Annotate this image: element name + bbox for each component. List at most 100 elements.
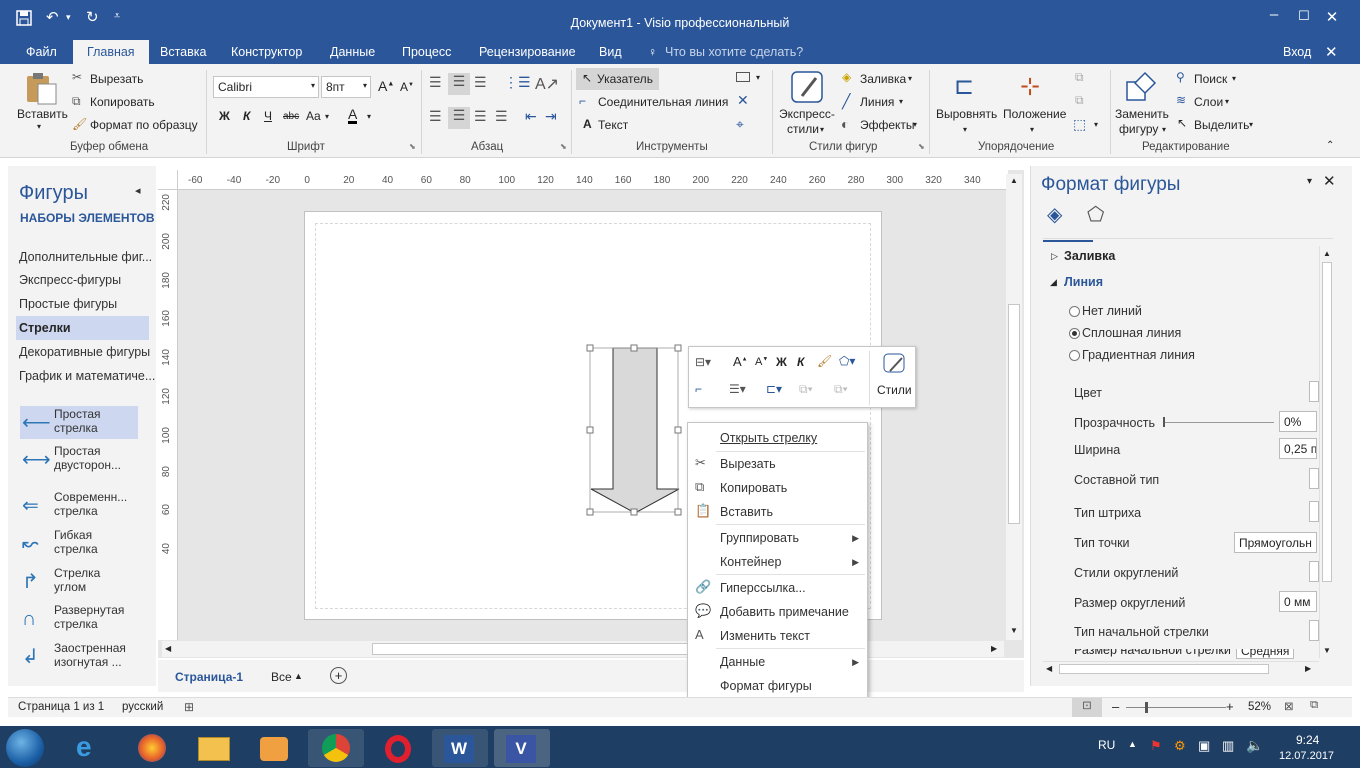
align-left-icon[interactable]: ☰ xyxy=(429,108,442,125)
stencil-shape[interactable]: ↜ Гибкая стрелка xyxy=(20,527,138,560)
network-icon[interactable]: ▥ xyxy=(1222,738,1234,754)
zoom-slider[interactable] xyxy=(1126,707,1226,708)
layers-button[interactable]: Слои xyxy=(1194,95,1223,109)
stencil-set-item[interactable]: Дополнительные фиг... xyxy=(19,250,152,264)
transparency-input[interactable]: 0% xyxy=(1279,411,1317,432)
menu-item-paste[interactable]: Вставить xyxy=(720,505,773,519)
express-styles-button[interactable]: Экспресс- xyxy=(779,107,835,121)
align-top-icon[interactable]: ☰ xyxy=(429,74,442,91)
menu-item-container[interactable]: Контейнер xyxy=(720,555,781,569)
tray-device-icon[interactable]: ▣ xyxy=(1198,738,1210,754)
change-shape-button-2[interactable]: фигуру xyxy=(1119,122,1158,136)
tab-insert[interactable]: Вставка xyxy=(160,45,206,59)
stencil-set-item[interactable]: Декоративные фигуры xyxy=(19,345,150,359)
menu-item-data[interactable]: Данные xyxy=(720,655,765,669)
tab-review[interactable]: Рецензирование xyxy=(479,45,576,59)
align-bottom-icon[interactable]: ☰ xyxy=(474,74,487,91)
tray-expand-icon[interactable]: ▲ xyxy=(1128,739,1137,749)
fill-section-header[interactable]: Заливка xyxy=(1064,249,1115,263)
menu-item-add-comment[interactable]: Добавить примечание xyxy=(720,605,849,619)
chevron-down-icon[interactable]: ▾ xyxy=(899,97,903,106)
language-status[interactable]: русский xyxy=(122,701,163,713)
italic-button[interactable]: К xyxy=(243,109,250,123)
horizontal-ruler[interactable]: -60 -40 -20 0 20 40 60 80 100 120 140 160 180 200 220 2… xyxy=(178,170,1008,190)
send-back-icon[interactable]: ⧉ xyxy=(1075,93,1084,108)
tab-file[interactable]: Файл xyxy=(26,45,57,59)
scroll-thumb[interactable] xyxy=(1322,262,1332,582)
visio-taskbar-icon[interactable]: V xyxy=(494,729,550,767)
align-right-icon[interactable]: ☰ xyxy=(474,108,487,125)
vertical-ruler[interactable]: 220 200 180 160 140 120 100 80 60 40 xyxy=(158,190,178,640)
chevron-down-icon[interactable]: ▾ xyxy=(963,125,967,134)
cap-type-select[interactable]: Прямоугольн xyxy=(1234,532,1317,553)
font-size-select[interactable]: 8пт ▾ xyxy=(321,76,371,98)
clock-time[interactable]: 9:24 xyxy=(1296,733,1319,747)
chevron-down-icon[interactable]: ▾ xyxy=(756,73,760,82)
stencil-shape[interactable]: ∩ Развернутая стрелка xyxy=(20,602,138,635)
effects-tab-icon[interactable]: ⬠ xyxy=(1087,202,1104,227)
align-middle-icon[interactable]: ☰ xyxy=(448,73,470,95)
scroll-thumb[interactable] xyxy=(1008,304,1020,524)
chevron-down-icon[interactable]: ▾ xyxy=(367,112,371,121)
begin-arrow-select[interactable] xyxy=(1309,620,1319,641)
strikethrough-button[interactable]: abc xyxy=(283,111,299,122)
menu-item-copy[interactable]: Копировать xyxy=(720,481,787,495)
menu-item-cut[interactable]: Вырезать xyxy=(720,457,776,471)
express-styles-icon[interactable] xyxy=(790,70,824,107)
styles-button[interactable]: Стили xyxy=(877,383,912,397)
fit-page-icon[interactable]: ⊠ xyxy=(1284,699,1294,713)
shrink-font-icon[interactable]: A▼ xyxy=(755,356,768,368)
zoom-level[interactable]: 52% xyxy=(1248,701,1271,713)
bring-front-icon[interactable]: ⧉ xyxy=(1075,70,1084,85)
media-taskbar-icon[interactable] xyxy=(246,729,302,767)
all-pages-button[interactable]: Все xyxy=(271,670,292,684)
menu-item-hyperlink[interactable]: Гиперссылка... xyxy=(720,581,806,595)
chevron-down-icon[interactable]: ▾ xyxy=(1030,125,1034,134)
color-picker[interactable] xyxy=(1309,381,1319,402)
chevron-down-icon[interactable]: ▾ xyxy=(1094,120,1098,129)
page-tab[interactable]: Страница-1 xyxy=(175,670,243,684)
stencil-shape[interactable]: ⟷ Простая двусторон... xyxy=(20,443,138,476)
menu-item-group[interactable]: Группировать xyxy=(720,531,799,545)
line-button[interactable]: Линия xyxy=(860,95,894,109)
align-center-icon[interactable]: ☰ xyxy=(448,107,470,129)
group-icon[interactable]: ⬚ xyxy=(1073,116,1086,133)
minimize-button[interactable]: – xyxy=(1264,6,1284,23)
italic-icon[interactable]: К xyxy=(797,355,804,369)
stencil-shape[interactable]: ⟵ Простая стрелка xyxy=(20,406,138,439)
tab-process[interactable]: Процесс xyxy=(402,45,451,59)
effects-button[interactable]: Эффекты xyxy=(860,118,915,132)
caret-up-icon[interactable]: ▲ xyxy=(294,671,303,681)
fill-line-tab-icon[interactable]: ◈ xyxy=(1047,202,1062,227)
stencil-set-item[interactable]: График и математиче... xyxy=(19,369,155,383)
pane-options-icon[interactable]: ▾ xyxy=(1307,176,1312,187)
decrease-indent-icon[interactable]: ⇤ xyxy=(525,108,537,125)
flag-icon[interactable]: ⚑ xyxy=(1150,738,1162,754)
scroll-left-icon[interactable]: ◀ xyxy=(1046,664,1052,673)
radio-no-line[interactable] xyxy=(1069,306,1080,317)
text-rotate-icon[interactable]: A↗ xyxy=(535,74,559,94)
expand-icon[interactable]: ▷ xyxy=(1051,251,1058,262)
tab-view[interactable]: Вид xyxy=(599,45,622,59)
chevron-down-icon[interactable]: ▾ xyxy=(1162,125,1166,134)
scroll-thumb[interactable] xyxy=(372,643,692,655)
grow-font-icon[interactable]: A▲ xyxy=(733,354,748,369)
text-tool[interactable]: Текст xyxy=(598,118,628,132)
format-painter-button[interactable]: Формат по образцу xyxy=(90,118,198,132)
stencil-set-item[interactable]: Простые фигуры xyxy=(19,297,117,311)
rectangle-shape-icon[interactable] xyxy=(736,72,750,82)
scroll-left-icon[interactable]: ◀ xyxy=(165,644,171,653)
collapse-icon[interactable]: ◢ xyxy=(1050,277,1057,288)
vertical-scrollbar[interactable]: ▲ ▼ xyxy=(1006,174,1022,640)
switch-windows-icon[interactable]: ⧉ xyxy=(1310,699,1318,712)
explorer-taskbar-icon[interactable] xyxy=(186,729,242,767)
position-icon[interactable]: ⊏▾ xyxy=(766,382,782,396)
connector-tool[interactable]: Соединительная линия xyxy=(598,95,728,109)
word-taskbar-icon[interactable]: W xyxy=(432,729,488,767)
delete-connector-icon[interactable]: ✕ xyxy=(737,92,749,109)
menu-item-edit-text[interactable]: Изменить текст xyxy=(720,629,810,643)
signin-link[interactable]: Вход xyxy=(1283,45,1311,59)
close-doc-icon[interactable]: ✕ xyxy=(1325,43,1338,61)
connection-point-icon[interactable]: ⌖ xyxy=(736,116,744,133)
radio-solid-line[interactable] xyxy=(1069,328,1080,339)
